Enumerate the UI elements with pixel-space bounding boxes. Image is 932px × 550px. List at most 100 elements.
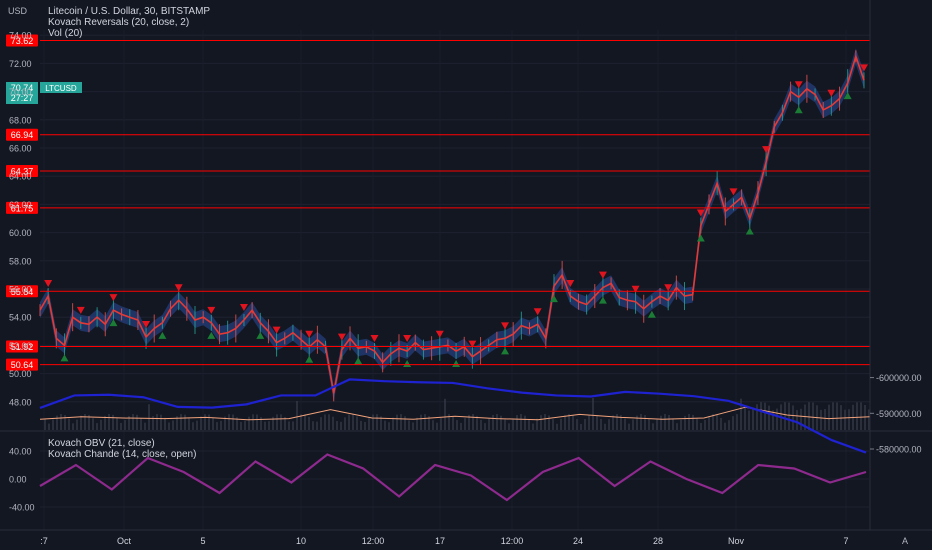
volume-bar — [828, 404, 830, 430]
volume-bar — [520, 414, 522, 430]
volume-bar — [192, 422, 194, 430]
volume-bar — [196, 420, 198, 430]
volume-bar — [228, 414, 230, 430]
symbol-title[interactable]: Litecoin / U.S. Dollar, 30, BITSTAMP — [48, 6, 210, 17]
volume-bar — [248, 416, 250, 430]
volume-bar — [452, 415, 454, 430]
reversal-down-marker — [435, 330, 444, 338]
volume-bar — [460, 422, 462, 430]
time-tick-label: Nov — [728, 536, 745, 546]
volume-bar — [776, 408, 778, 430]
reversal-down-marker — [44, 280, 53, 288]
volume-bar — [524, 415, 526, 430]
volume-bar — [276, 414, 278, 430]
reversal-down-marker — [501, 322, 510, 330]
volume-bar — [416, 417, 418, 430]
volume-bar — [568, 414, 570, 430]
volume-bar — [584, 419, 586, 430]
volume-bar — [188, 417, 190, 430]
volume-bar — [136, 414, 138, 430]
volume-bar — [616, 414, 618, 430]
volume-bar — [384, 420, 386, 430]
volume-bar — [172, 420, 174, 430]
volume-bar — [536, 418, 538, 430]
volume-bar — [60, 414, 62, 430]
price-tick-label: 72.00 — [9, 59, 32, 69]
volume-bar — [728, 420, 730, 430]
reversal-up-marker — [305, 355, 314, 363]
volume-bar — [44, 418, 46, 430]
indicator-kovach-obv[interactable]: Kovach OBV (21, close) — [48, 438, 196, 449]
chande-oscillator-line — [39, 453, 867, 502]
reversal-up-marker — [354, 357, 363, 365]
volume-bar — [688, 414, 690, 430]
currency-label: USD — [8, 6, 28, 16]
volume-bar — [708, 415, 710, 430]
volume-bar — [824, 408, 826, 430]
obv-tick-label: -590000.00 — [876, 409, 922, 419]
indicator-kovach-chande[interactable]: Kovach Chande (14, close, open) — [48, 449, 196, 460]
reversal-down-marker — [207, 306, 216, 314]
volume-bar — [600, 418, 602, 430]
indicator-kovach-reversals[interactable]: Kovach Reversals (20, close, 2) — [48, 17, 210, 28]
volume-bar — [560, 418, 562, 430]
volume-bar — [588, 415, 590, 430]
time-tick-label: 12:00 — [501, 536, 524, 546]
reversal-up-marker — [794, 106, 803, 114]
price-chart-svg[interactable]: 73.6266.9464.3761.7555.8451.9250.6470.74… — [0, 0, 932, 550]
volume-bar — [632, 419, 634, 430]
volume-bar — [760, 402, 762, 430]
volume-bar — [596, 415, 598, 430]
volume-bar — [408, 420, 410, 430]
volume-bar — [244, 421, 246, 430]
volume-bar — [496, 414, 498, 430]
time-tick-label: 17 — [435, 536, 445, 546]
reversal-up-marker — [158, 331, 167, 339]
volume-bar — [652, 423, 654, 430]
volume-bar — [808, 402, 810, 430]
volume-bar — [308, 416, 310, 430]
volume-bar — [212, 417, 214, 430]
volume-bar — [296, 400, 298, 430]
oscillator-tick-label: 0.00 — [9, 475, 27, 485]
oscillator-tick-label: -40.00 — [9, 503, 35, 513]
volume-bar — [144, 422, 146, 430]
oscillator-tick-label: 40.00 — [9, 447, 32, 457]
volume-bar — [672, 418, 674, 430]
volume-bar — [820, 409, 822, 430]
volume-bar — [624, 418, 626, 430]
symbol-badge-label: LTCUSD — [45, 84, 77, 93]
auto-scale-button[interactable]: A — [902, 536, 908, 546]
volume-bar — [68, 418, 70, 430]
indicator-volume[interactable]: Vol (20) — [48, 28, 210, 39]
volume-bar — [148, 404, 150, 430]
volume-bar — [292, 421, 294, 430]
volume-bar — [612, 415, 614, 430]
volume-bar — [456, 420, 458, 430]
volume-bar — [860, 402, 862, 430]
level-label: 66.94 — [11, 130, 34, 140]
volume-bar — [720, 417, 722, 430]
price-tick-label: 54.00 — [9, 313, 32, 323]
volume-bar — [432, 420, 434, 430]
volume-bar — [320, 417, 322, 430]
price-tick-label: 60.00 — [9, 228, 32, 238]
volume-bar — [340, 421, 342, 430]
volume-bar — [316, 421, 318, 430]
main-legend: Litecoin / U.S. Dollar, 30, BITSTAMP Kov… — [48, 6, 210, 39]
price-tick-label: 66.00 — [9, 144, 32, 154]
volume-bar — [572, 415, 574, 430]
time-tick-label: 24 — [573, 536, 583, 546]
volume-bar — [696, 418, 698, 430]
volume-bar — [256, 414, 258, 430]
time-tick-label: 5 — [200, 536, 205, 546]
volume-bar — [264, 421, 266, 430]
volume-bar — [732, 416, 734, 430]
volume-bar — [580, 423, 582, 430]
volume-bar — [404, 416, 406, 430]
volume-bar — [436, 422, 438, 430]
reversal-down-marker — [533, 308, 542, 316]
price-tick-label: 58.00 — [9, 256, 32, 266]
time-tick-label: 28 — [653, 536, 663, 546]
volume-bar — [412, 422, 414, 430]
